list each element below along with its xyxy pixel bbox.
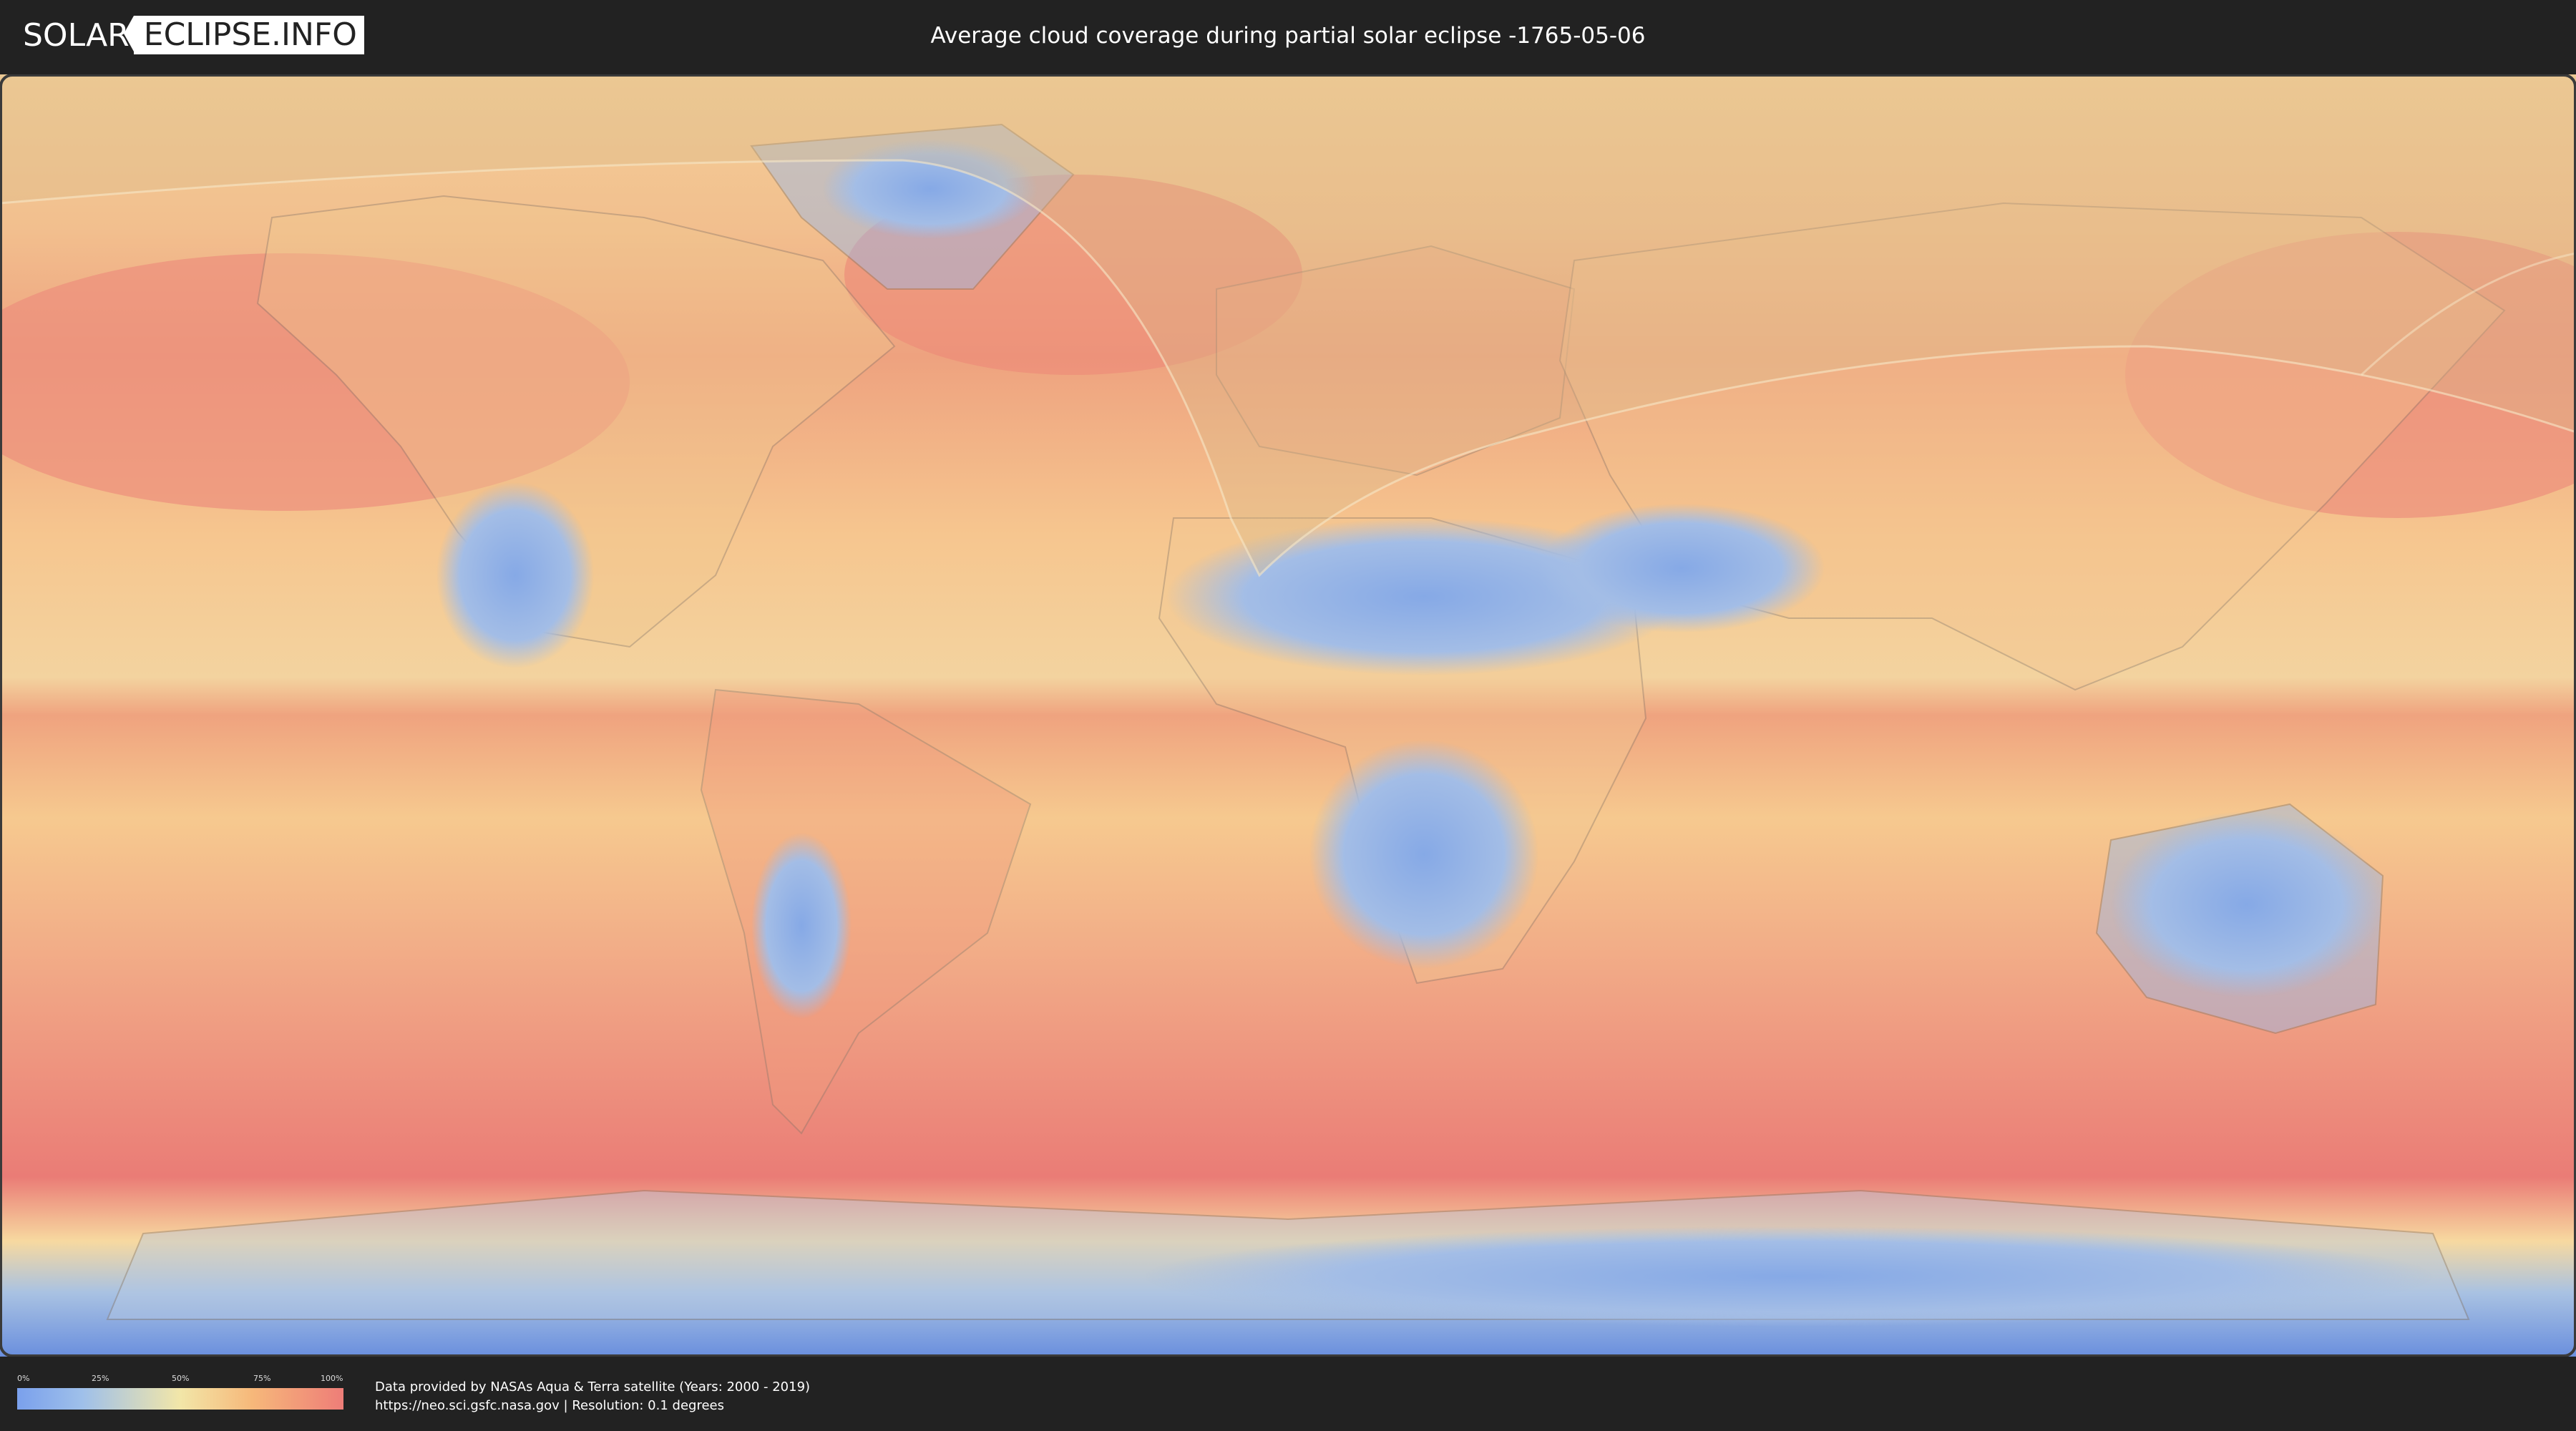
footer-bar: 0% 25% 50% 75% 100% Data provided by NAS… xyxy=(0,1357,2576,1431)
page-title: Average cloud coverage during partial so… xyxy=(930,23,1646,49)
australia-clear-region xyxy=(2111,811,2383,997)
cloud-coverage-legend: 0% 25% 50% 75% 100% xyxy=(17,1374,343,1411)
arabia-clear-region xyxy=(1538,504,1825,633)
data-source-line-2[interactable]: https://neo.sci.gsfc.nasa.gov | Resoluti… xyxy=(375,1397,810,1415)
antarctica-clear-region xyxy=(1145,1226,2433,1327)
data-source-text: Data provided by NASAs Aqua & Terra sate… xyxy=(375,1378,810,1415)
cloud-coverage-map[interactable] xyxy=(0,74,2576,1357)
data-source-line-1: Data provided by NASAs Aqua & Terra sate… xyxy=(375,1379,811,1395)
header-bar: SOLAR ECLIPSE.INFO Average cloud coverag… xyxy=(0,0,2576,72)
legend-tick-50: 50% xyxy=(172,1374,190,1383)
southern-africa-clear-region xyxy=(1309,740,1538,969)
mexico-clear-region xyxy=(436,482,594,668)
legend-tick-25: 25% xyxy=(92,1374,109,1383)
world-map-svg xyxy=(0,74,2576,1357)
legend-tick-0: 0% xyxy=(17,1374,30,1383)
legend-color-bar xyxy=(17,1388,343,1410)
atacama-clear-region xyxy=(751,833,852,1019)
legend-tick-75: 75% xyxy=(253,1374,271,1383)
legend-tick-100: 100% xyxy=(321,1374,343,1383)
page: SOLAR ECLIPSE.INFO Average cloud coverag… xyxy=(0,0,2576,1431)
